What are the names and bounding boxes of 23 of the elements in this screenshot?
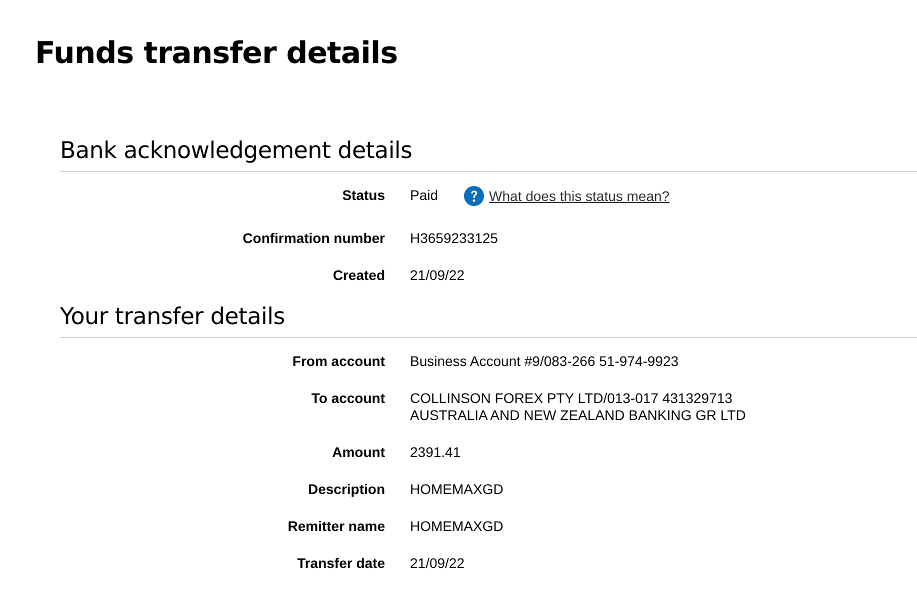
page-title: Funds transfer details	[35, 35, 399, 73]
field-value: COLLINSON FOREX PTY LTD/013-017 431329713 AUSTRALIA AND NEW ZEALAND BANKING GR LTD	[410, 390, 746, 424]
section-heading: Your transfer details	[60, 303, 286, 332]
field-value: H3659233125	[410, 230, 498, 247]
field-value: HOMEMAXGD	[410, 481, 504, 498]
status-help-link[interactable]: What does this status mean?	[489, 188, 670, 204]
help-icon	[464, 186, 484, 206]
field-value: 21/09/22	[410, 267, 464, 284]
field-label: To account	[311, 390, 385, 406]
field-label: Status	[342, 187, 385, 203]
field-value: Business Account #9/083-266 51-974-9923	[410, 353, 679, 370]
field-label: Remitter name	[288, 518, 385, 534]
field-label: From account	[292, 353, 385, 369]
field-label: Created	[332, 267, 385, 283]
field-label: Amount	[332, 444, 385, 460]
field-value: 21/09/22	[410, 555, 464, 572]
field-value: HOMEMAXGD	[410, 518, 504, 535]
field-label: Transfer date	[297, 555, 385, 571]
field-value: Paid	[410, 187, 438, 204]
section-heading: Bank acknowledgement details	[60, 137, 414, 166]
field-value: 2391.41	[410, 444, 461, 461]
field-label: Description	[308, 481, 385, 497]
field-label: Confirmation number	[242, 230, 385, 246]
